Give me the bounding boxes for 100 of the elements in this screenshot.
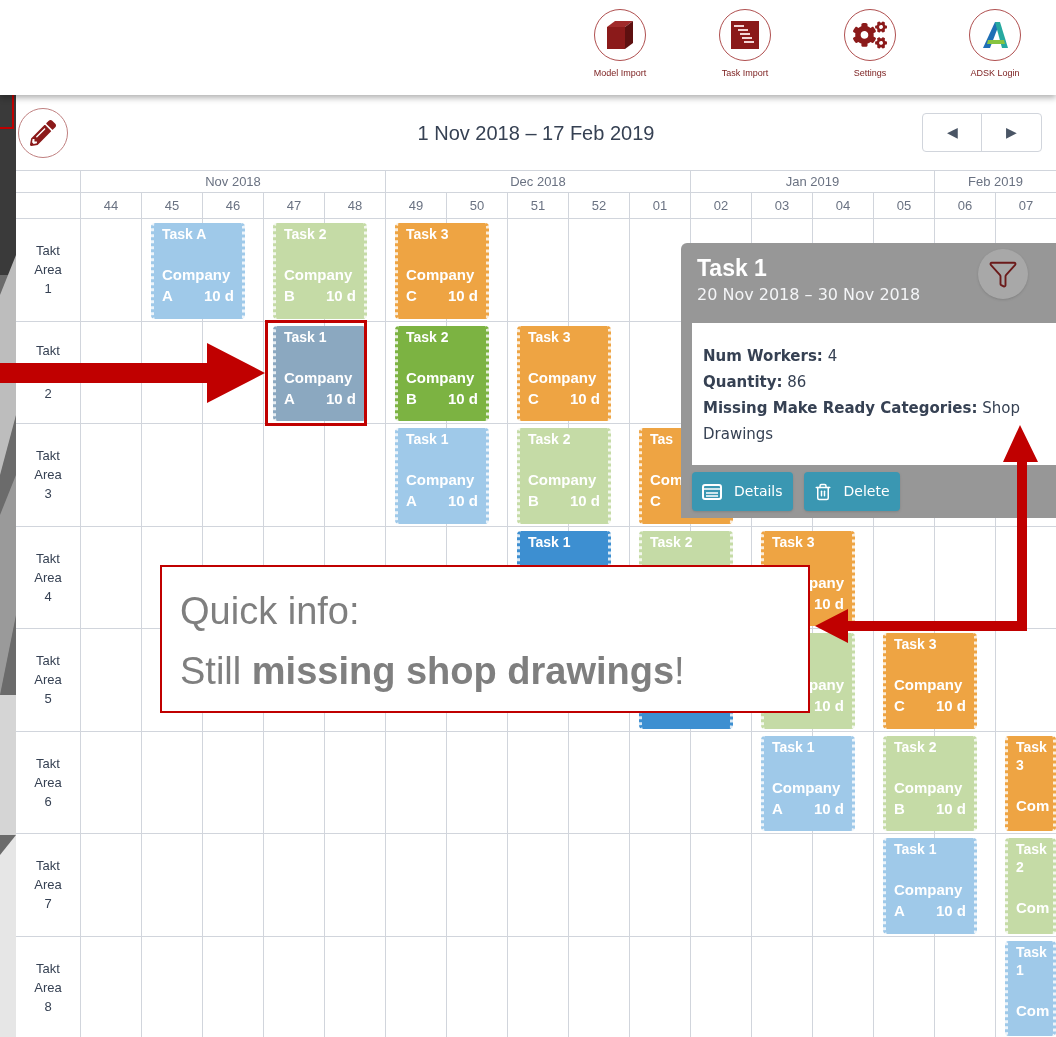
company-name: Company bbox=[894, 880, 964, 900]
task-title: Task 1 bbox=[894, 840, 938, 858]
week-number: 07 bbox=[995, 193, 1056, 218]
week-number: 02 bbox=[690, 193, 751, 218]
task-title: Task 3 bbox=[406, 225, 450, 243]
company-name: Company bbox=[162, 265, 232, 285]
task-detail: Quantity: 86 bbox=[703, 372, 808, 393]
task-duration: 10 d bbox=[814, 696, 844, 716]
task-duration: 10 d bbox=[936, 696, 966, 716]
company-name: Company bbox=[528, 367, 598, 388]
row-label: 2 bbox=[44, 385, 52, 404]
task-title: Task 1 bbox=[406, 430, 450, 448]
week-number: 44 bbox=[80, 193, 141, 218]
week-number: 04 bbox=[812, 193, 873, 218]
month-header: Dec 2018 bbox=[385, 171, 690, 192]
task-duration: 10 d bbox=[326, 388, 356, 409]
week-number: 50 bbox=[446, 193, 507, 218]
row-label: Area bbox=[34, 466, 62, 485]
company-name: Company bbox=[894, 675, 964, 695]
company-code: A bbox=[894, 901, 905, 921]
popup-title: Task 1 bbox=[697, 254, 767, 283]
task-duration: 10 d bbox=[448, 491, 478, 511]
callout-text: Quick info: bbox=[180, 589, 360, 634]
task-title: Task 2 bbox=[650, 532, 694, 551]
row-label: Area bbox=[34, 568, 62, 587]
row-label: 3 bbox=[44, 485, 52, 504]
row-label: 8 bbox=[44, 997, 52, 1016]
company-name: pany bbox=[808, 572, 844, 593]
row-label: 7 bbox=[44, 895, 52, 914]
week-number: 52 bbox=[568, 193, 629, 218]
week-number: 46 bbox=[202, 193, 263, 218]
company-code: A bbox=[284, 388, 295, 409]
week-number: 47 bbox=[263, 193, 324, 218]
task-duration: 10 d bbox=[814, 798, 844, 819]
task-duration: 10 d bbox=[936, 798, 966, 819]
row-label: Takt bbox=[36, 342, 60, 361]
task-detail: Num Workers: 4 bbox=[703, 346, 839, 367]
row-label: Takt bbox=[36, 959, 60, 978]
week-number: 49 bbox=[385, 193, 446, 218]
month-header: Feb 2019 bbox=[934, 171, 1056, 192]
task-title: Task 3 bbox=[1016, 737, 1045, 774]
company-name: Company bbox=[406, 470, 476, 490]
task-duration: 10 d bbox=[570, 491, 600, 511]
date-range: 1 Nov 2018 – 17 Feb 2019 bbox=[417, 120, 655, 146]
row-label: Takt bbox=[36, 549, 60, 568]
task-duration: 10 d bbox=[204, 286, 234, 306]
week-number: 06 bbox=[934, 193, 995, 218]
week-number: 01 bbox=[629, 193, 690, 218]
task-title: Task 2 bbox=[406, 327, 450, 346]
task-title: Task 1 bbox=[772, 737, 816, 756]
company-code: C bbox=[528, 388, 539, 409]
company-code: A bbox=[162, 286, 173, 306]
company-name: pany bbox=[808, 675, 844, 695]
task-title: Task 2 bbox=[1016, 840, 1045, 876]
task-duration: 10 d bbox=[326, 286, 356, 306]
row-label: 5 bbox=[44, 690, 52, 709]
task-duration: 10 d bbox=[814, 593, 844, 614]
task-detail: Missing Make Ready Categories: Shop Drawings bbox=[703, 398, 1021, 445]
row-label: Area bbox=[34, 978, 62, 997]
week-number: 45 bbox=[141, 193, 202, 218]
company-code: C bbox=[650, 491, 661, 511]
month-header: Nov 2018 bbox=[80, 171, 385, 192]
week-number: 51 bbox=[507, 193, 568, 218]
row-label: Area bbox=[34, 773, 62, 792]
task-duration: 10 d bbox=[936, 901, 966, 921]
task-title: Task 3 bbox=[772, 532, 816, 551]
company-code: C bbox=[406, 286, 417, 306]
task-title: Task 1 bbox=[284, 327, 328, 346]
week-number: 48 bbox=[324, 193, 385, 218]
row-label: Area bbox=[34, 876, 62, 895]
week-number: 03 bbox=[751, 193, 812, 218]
company-code: B bbox=[284, 286, 295, 306]
company-code: B bbox=[528, 491, 539, 511]
company-name: Company bbox=[406, 367, 476, 388]
row-label: 6 bbox=[44, 792, 52, 811]
company-name: Company bbox=[406, 265, 476, 285]
month-header: Jan 2019 bbox=[690, 171, 934, 192]
company-name: Company bbox=[284, 367, 354, 388]
task-duration: 10 d bbox=[570, 388, 600, 409]
week-number: 05 bbox=[873, 193, 934, 218]
row-label: Takt bbox=[36, 754, 60, 773]
task-title: Task 3 bbox=[894, 635, 938, 653]
task-title: Task 1 bbox=[1016, 942, 1045, 979]
row-label: Takt bbox=[36, 857, 60, 876]
company-code: A bbox=[772, 798, 783, 819]
row-label: 4 bbox=[44, 587, 52, 606]
company-name: Company bbox=[894, 777, 964, 798]
callout-text: Still missing shop drawings! bbox=[180, 649, 685, 694]
task-title: Task 1 bbox=[528, 532, 572, 551]
company-name: Company bbox=[528, 470, 598, 490]
company-code: A bbox=[406, 491, 417, 511]
company-name: Company bbox=[772, 777, 842, 798]
row-label: Takt bbox=[36, 447, 60, 466]
task-duration: 10 d bbox=[448, 286, 478, 306]
task-duration: 10 d bbox=[448, 388, 478, 409]
task-title: Task A bbox=[162, 225, 208, 243]
row-label: 1 bbox=[44, 280, 52, 299]
task-title: Task 2 bbox=[528, 430, 572, 448]
popup-dates: 20 Nov 2018 – 30 Nov 2018 bbox=[697, 284, 921, 306]
row-label: Takt bbox=[36, 652, 60, 671]
